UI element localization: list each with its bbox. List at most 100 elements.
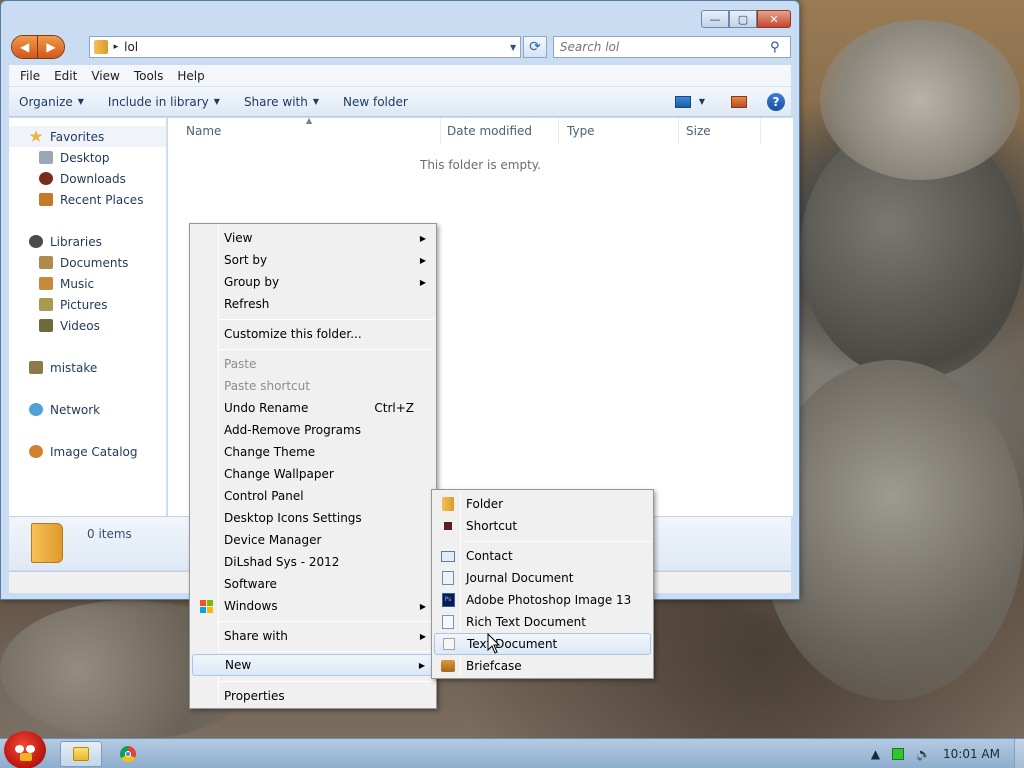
column-size[interactable]: Size [668,118,758,144]
network-status-icon[interactable] [892,748,905,760]
new-folder-button[interactable]: New folder [343,95,408,109]
refresh-button[interactable]: ⟳ [523,36,547,58]
menu-item-dilshad-sys[interactable]: DiLshad Sys - 2012 [192,551,434,573]
star-icon [29,130,43,142]
nav-mistake[interactable]: mistake [9,357,166,378]
menu-item-label: Shortcut [466,519,518,533]
menu-help[interactable]: Help [170,69,211,83]
menu-item-software[interactable]: Software [192,573,434,595]
nav-documents[interactable]: Documents [9,252,166,273]
volume-icon[interactable]: 🔈 [916,747,931,761]
column-type[interactable]: Type [549,118,669,144]
new-journal-item[interactable]: Journal Document [434,567,651,589]
menu-item-sort-by[interactable]: Sort by ▶ [192,249,434,271]
journal-document-icon [440,570,456,586]
new-text-document-item[interactable]: Text Document [434,633,651,655]
nav-desktop[interactable]: Desktop [9,147,166,168]
nav-documents-label: Documents [60,255,129,270]
nav-recent-places[interactable]: Recent Places [9,189,166,210]
clock[interactable]: 10:01 AM [943,747,1000,761]
breadcrumb-lol[interactable]: lol [124,40,138,54]
new-photoshop-item[interactable]: Ps Adobe Photoshop Image 13 [434,589,651,611]
menu-separator [220,681,434,682]
nav-videos[interactable]: Videos [9,315,166,336]
nav-network[interactable]: Network [9,399,166,420]
menu-item-undo-rename[interactable]: Undo Rename Ctrl+Z [192,397,434,419]
folder-icon [440,496,456,512]
menu-item-properties[interactable]: Properties [192,685,434,707]
search-box[interactable]: ⚲ [552,36,792,58]
start-button[interactable] [4,731,46,768]
menu-item-view[interactable]: View ▶ [192,227,434,249]
search-icon[interactable]: ⚲ [770,40,790,55]
menu-file[interactable]: File [13,69,47,83]
taskbar: ▲ 🔈 10:01 AM [0,731,1024,768]
change-view-icon[interactable] [674,95,691,108]
forward-button[interactable]: ▶ [37,36,64,58]
taskbar-explorer-button[interactable] [60,741,102,767]
music-icon [39,277,53,290]
menu-edit[interactable]: Edit [47,69,84,83]
menu-item-add-remove-programs[interactable]: Add-Remove Programs [192,419,434,441]
menu-separator [220,349,434,350]
wallpaper-koala-ear [820,20,1020,180]
nav-music[interactable]: Music [9,273,166,294]
command-bar: Organize ▼ Include in library ▼ Share with… [9,87,791,117]
minimize-button[interactable]: — [701,10,729,28]
submenu-arrow-icon: ▶ [419,631,426,641]
nav-image-catalog[interactable]: Image Catalog [9,441,166,462]
address-bar[interactable]: ▸ lol ▼ [88,36,522,58]
menu-item-refresh[interactable]: Refresh [192,293,434,315]
menu-item-label: Undo Rename [224,401,309,415]
menu-item-desktop-icons-settings[interactable]: Desktop Icons Settings [192,507,434,529]
new-folder-item[interactable]: Folder [434,493,651,515]
desktop-icon [39,151,53,164]
nav-music-label: Music [60,276,95,291]
menu-tools[interactable]: Tools [127,69,171,83]
nav-favorites[interactable]: Favorites [9,126,166,147]
column-date-modified[interactable]: Date modified [429,118,549,144]
context-menu: View ▶ Sort by ▶ Group by ▶ Refresh Customi… [189,223,437,709]
breadcrumb-separator: ▸ [113,42,119,52]
menu-item-share-with[interactable]: Share with ▶ [192,625,434,647]
taskbar-chrome-button[interactable] [108,741,148,767]
submenu-arrow-icon: ▶ [419,601,426,611]
column-separator[interactable] [760,118,761,144]
close-button[interactable]: ✕ [757,10,791,28]
menu-item-control-panel[interactable]: Control Panel [192,485,434,507]
view-options-chevron-icon[interactable]: ▼ [699,97,705,106]
share-with-button[interactable]: Share with ▼ [244,95,319,109]
maximize-button[interactable]: ▢ [729,10,757,28]
new-briefcase-item[interactable]: Briefcase [434,655,651,677]
menu-item-change-theme[interactable]: Change Theme [192,441,434,463]
menu-item-customize-folder[interactable]: Customize this folder... [192,323,434,345]
column-name[interactable]: Name [168,118,431,144]
system-tray: ▲ 🔈 10:01 AM [871,739,1024,768]
back-button[interactable]: ◀ [12,36,38,58]
menu-item-new[interactable]: New ▶ [192,654,434,676]
folder-icon [31,523,63,563]
show-desktop-button[interactable] [1014,739,1024,768]
address-dropdown-icon[interactable]: ▼ [506,43,520,52]
show-hidden-icons-icon[interactable]: ▲ [871,747,880,761]
menu-item-device-manager[interactable]: Device Manager [192,529,434,551]
nav-pictures[interactable]: Pictures [9,294,166,315]
menu-item-change-wallpaper[interactable]: Change Wallpaper [192,463,434,485]
nav-downloads[interactable]: Downloads [9,168,166,189]
menu-item-group-by[interactable]: Group by ▶ [192,271,434,293]
include-in-library-button[interactable]: Include in library ▼ [108,95,220,109]
new-rtf-item[interactable]: Rich Text Document [434,611,651,633]
search-input[interactable] [559,40,760,54]
new-shortcut-item[interactable]: Shortcut [434,515,651,537]
organize-button[interactable]: Organize ▼ [19,95,84,109]
preview-pane-icon[interactable] [731,95,747,108]
explorer-folder-icon [73,747,89,761]
homegroup-icon [29,361,43,374]
nav-libraries[interactable]: Libraries [9,231,166,252]
help-icon[interactable]: ? [767,92,785,111]
menu-item-label: Briefcase [466,659,522,673]
menu-item-windows[interactable]: Windows ▶ [192,595,434,617]
menu-view[interactable]: View [84,69,126,83]
new-contact-item[interactable]: Contact [434,545,651,567]
contact-card-icon [440,548,456,564]
